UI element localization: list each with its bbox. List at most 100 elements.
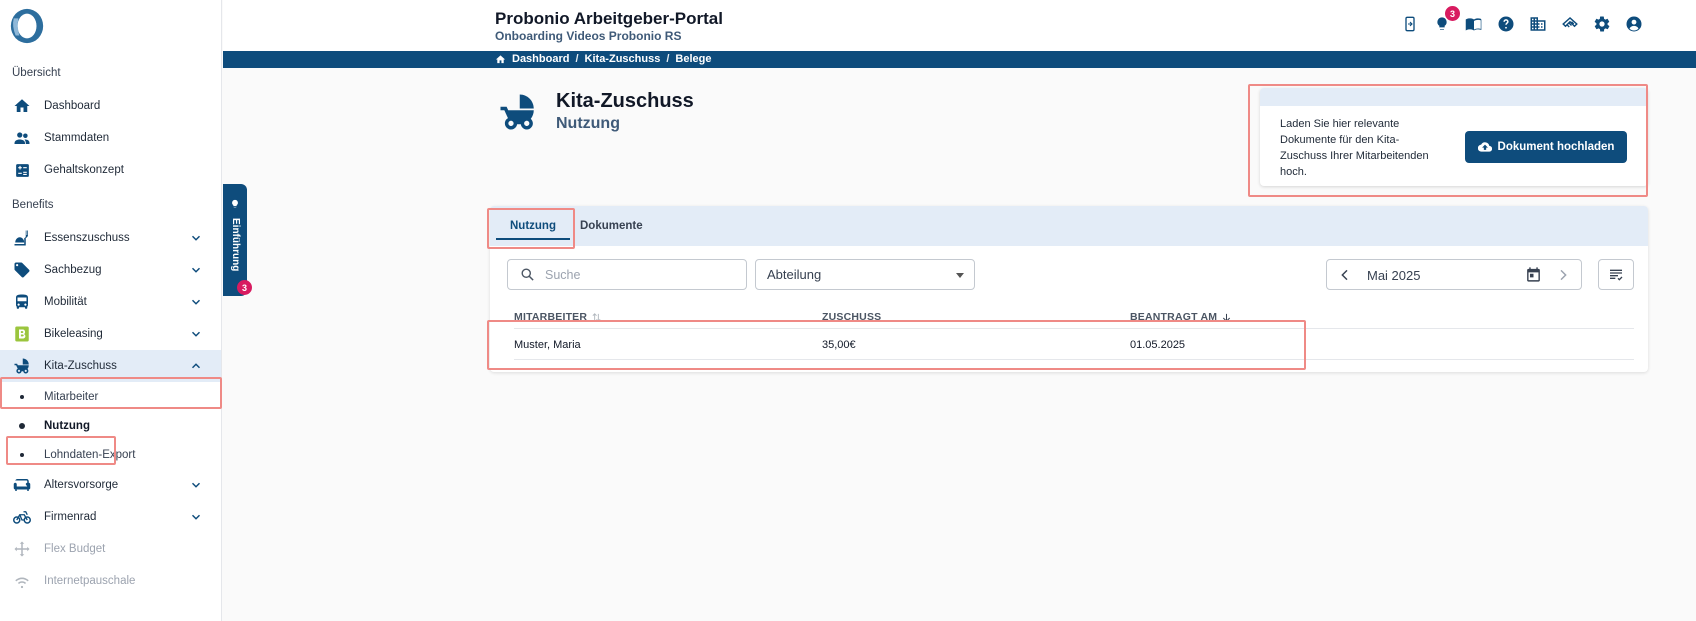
- lightbulb-icon: [232, 199, 238, 208]
- intro-label: Einführung: [230, 218, 241, 272]
- table-row[interactable]: Muster, Maria 35,00€ 01.05.2025: [514, 330, 1634, 360]
- sidebar-item-label: Essenszuschuss: [44, 232, 130, 244]
- sidebar-item-altersvorsorge[interactable]: Altersvorsorge: [0, 469, 221, 501]
- sort-icon[interactable]: [591, 312, 602, 323]
- chevron-down-icon[interactable]: [189, 510, 203, 524]
- breadcrumb-bar: Dashboard / Kita-Zuschuss / Belege: [223, 51, 1696, 68]
- sidebar-item-sachbezug[interactable]: Sachbezug: [0, 254, 221, 286]
- search-field[interactable]: [507, 259, 747, 290]
- bus-icon: [12, 292, 32, 312]
- sidebar-item-stammdaten[interactable]: Stammdaten: [0, 122, 221, 154]
- mobile-app-icon[interactable]: [1400, 14, 1420, 34]
- page-title: Kita-Zuschuss: [556, 90, 694, 112]
- help-icon[interactable]: [1496, 14, 1516, 34]
- department-select[interactable]: Abteilung: [755, 259, 975, 290]
- wifi-icon: [12, 571, 32, 591]
- breadcrumb-kita-zuschuss[interactable]: Kita-Zuschuss: [585, 53, 661, 65]
- header-toolbar: 3: [1400, 6, 1644, 34]
- calendar-icon[interactable]: [1525, 266, 1542, 283]
- probonio-logo-icon[interactable]: [8, 7, 46, 45]
- bullet-icon: [20, 394, 24, 399]
- sidebar-subitem-nutzung[interactable]: Nutzung: [0, 411, 221, 440]
- chevron-right-icon[interactable]: [1555, 267, 1571, 283]
- subitem-label: Mitarbeiter: [44, 390, 99, 403]
- column-settings-icon: [1610, 269, 1623, 281]
- sofa-icon: [12, 475, 32, 495]
- breadcrumb: Dashboard / Kita-Zuschuss / Belege: [495, 53, 711, 65]
- top-header: Probonio Arbeitgeber-Portal Onboarding V…: [223, 0, 1696, 51]
- sidebar-subitem-mitarbeiter[interactable]: Mitarbeiter: [0, 382, 221, 411]
- chevron-down-icon[interactable]: [189, 263, 203, 277]
- sidebar-item-internetpauschale[interactable]: Internetpauschale: [0, 565, 221, 597]
- cell-beantragt-am: 01.05.2025: [1130, 339, 1186, 351]
- chevron-down-icon[interactable]: [189, 295, 203, 309]
- subitem-label: Nutzung: [44, 419, 90, 432]
- section-benefits: Benefits: [12, 199, 54, 211]
- cell-mitarbeiter: Muster, Maria: [514, 339, 581, 351]
- bullet-icon: [19, 422, 25, 429]
- intro-tab[interactable]: Einführung 3: [223, 184, 252, 296]
- home-icon: [12, 96, 32, 116]
- chevron-down-icon[interactable]: [189, 327, 203, 341]
- arrow-down-icon[interactable]: [1221, 312, 1232, 323]
- chevron-down-icon[interactable]: [189, 231, 203, 245]
- sidebar-subitem-lohndaten-export[interactable]: Lohndaten-Export: [0, 440, 221, 469]
- calculator-icon: [12, 160, 32, 180]
- breadcrumb-belege: Belege: [675, 53, 712, 65]
- upload-card: Laden Sie hier relevante Dokumente für d…: [1260, 88, 1648, 186]
- cloud-upload-icon: [1477, 142, 1492, 152]
- section-overview: Übersicht: [12, 67, 61, 79]
- gear-icon[interactable]: [1592, 14, 1612, 34]
- building-icon[interactable]: [1528, 14, 1548, 34]
- column-settings-button[interactable]: [1598, 259, 1634, 290]
- column-mitarbeiter[interactable]: MITARBEITER: [514, 311, 602, 323]
- sidebar-item-label: Flex Budget: [44, 543, 106, 555]
- people-icon: [12, 128, 32, 148]
- sidebar-item-dashboard[interactable]: Dashboard: [0, 90, 221, 122]
- sidebar-item-essenszuschuss[interactable]: Essenszuschuss: [0, 222, 221, 254]
- upload-document-button[interactable]: Dokument hochladen: [1465, 131, 1627, 163]
- sidebar-item-flex-budget[interactable]: Flex Budget: [0, 533, 221, 565]
- department-select-label: Abteilung: [767, 267, 822, 282]
- column-beantragt-am[interactable]: BEANTRAGT AM: [1130, 311, 1232, 323]
- chevron-down-icon[interactable]: [189, 478, 203, 492]
- month-picker: Mai 2025: [1326, 259, 1582, 290]
- tab-bar: Nutzung Dokumente: [490, 206, 1648, 246]
- chevron-left-icon[interactable]: [1337, 267, 1353, 283]
- book-icon[interactable]: [1464, 14, 1484, 34]
- column-label: ZUSCHUSS: [822, 311, 882, 323]
- bike-icon: [12, 507, 32, 527]
- notification-badge: 3: [1445, 6, 1460, 21]
- stroller-icon: [500, 94, 534, 130]
- cell-zuschuss: 35,00€: [822, 339, 856, 351]
- intro-badge: 3: [237, 280, 252, 295]
- subitem-label: Lohndaten-Export: [44, 448, 136, 461]
- tag-icon: [12, 260, 32, 280]
- lightbulb-icon[interactable]: 3: [1432, 6, 1460, 34]
- sidebar-item-label: Dashboard: [44, 100, 101, 112]
- tab-dokumente[interactable]: Dokumente: [580, 206, 643, 246]
- sidebar-item-mobilitaet[interactable]: Mobilität: [0, 286, 221, 318]
- column-zuschuss[interactable]: ZUSCHUSS: [822, 311, 881, 323]
- breadcrumb-separator: /: [575, 53, 579, 65]
- sidebar-item-firmenrad[interactable]: Firmenrad: [0, 501, 221, 533]
- account-icon[interactable]: [1624, 14, 1644, 34]
- app-title: Probonio Arbeitgeber-Portal: [495, 9, 723, 28]
- app-subtitle: Onboarding Videos Probonio RS: [495, 29, 682, 43]
- month-label[interactable]: Mai 2025: [1367, 268, 1420, 283]
- sidebar-item-label: Bikeleasing: [44, 328, 103, 340]
- bikeleasing-icon: [12, 324, 32, 344]
- breadcrumb-separator: /: [666, 53, 670, 65]
- sidebar-item-gehaltskonzept[interactable]: Gehaltskonzept: [0, 154, 221, 186]
- handshake-icon[interactable]: [1560, 14, 1580, 34]
- sidebar-item-kita-zuschuss[interactable]: Kita-Zuschuss: [0, 350, 221, 382]
- logo-area: [0, 0, 221, 52]
- sidebar-item-label: Firmenrad: [44, 511, 97, 523]
- search-input[interactable]: [545, 267, 725, 282]
- sidebar-item-label: Stammdaten: [44, 132, 110, 144]
- tab-nutzung[interactable]: Nutzung: [496, 206, 570, 246]
- breadcrumb-dashboard[interactable]: Dashboard: [512, 53, 569, 65]
- sidebar-item-bikeleasing[interactable]: Bikeleasing: [0, 318, 221, 350]
- chevron-up-icon[interactable]: [189, 359, 203, 373]
- upload-description: Laden Sie hier relevante Dokumente für d…: [1280, 118, 1429, 178]
